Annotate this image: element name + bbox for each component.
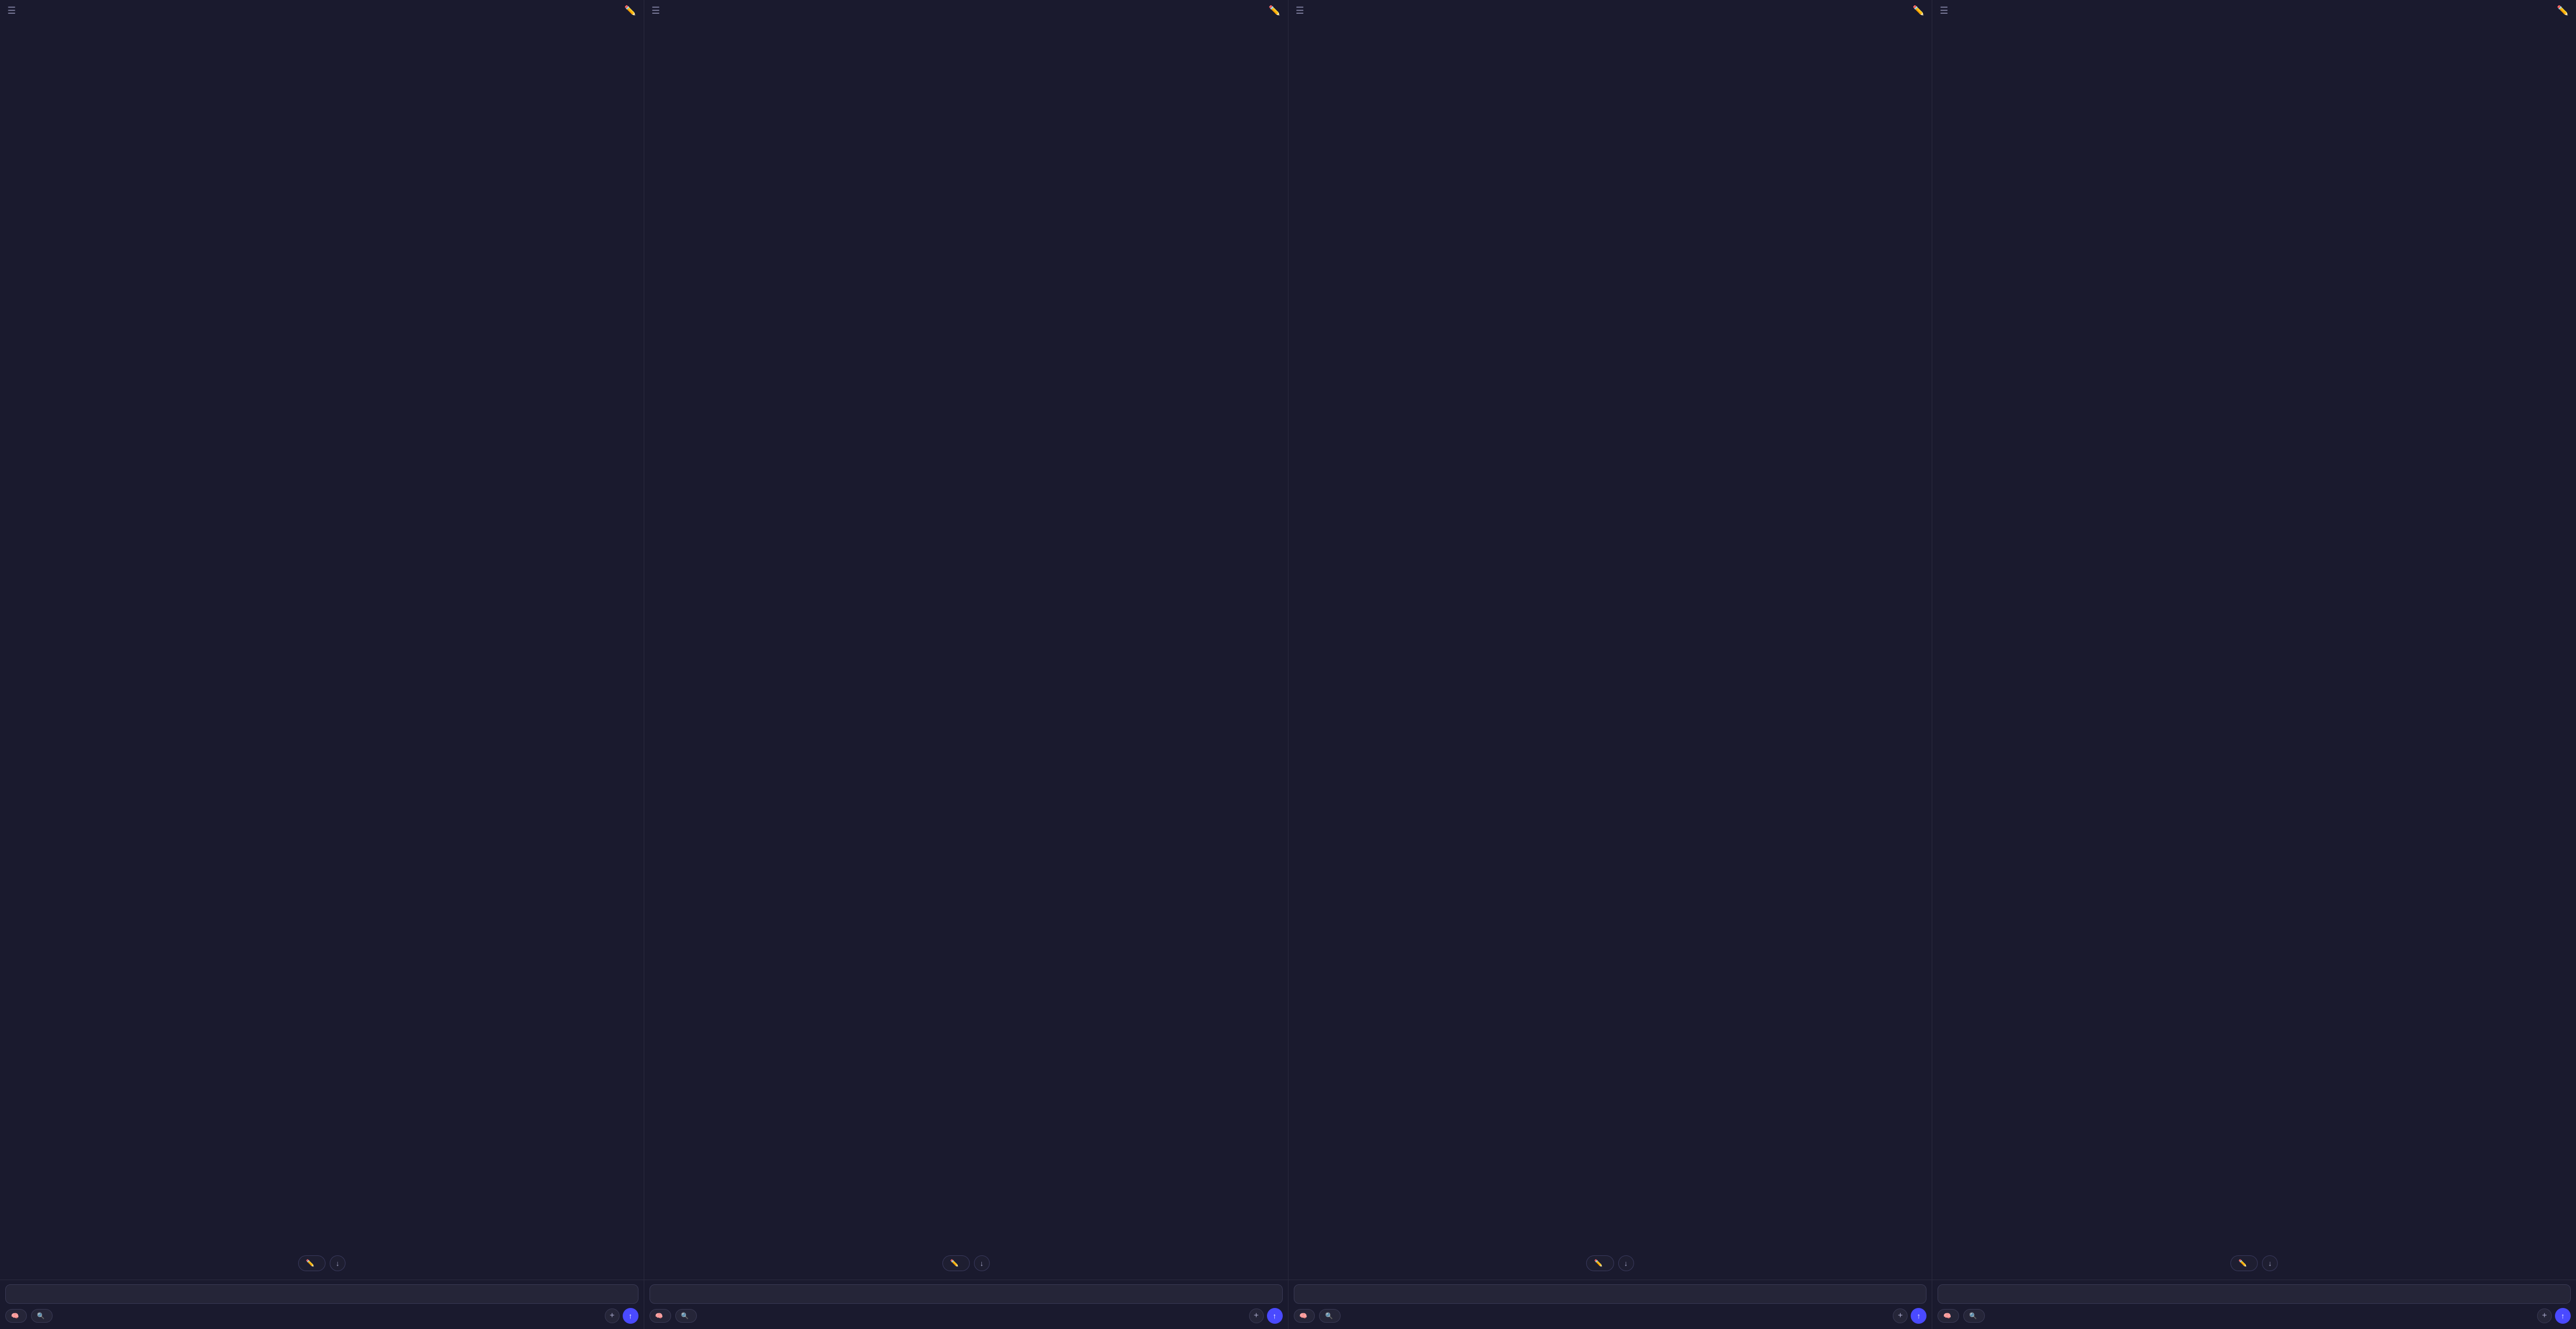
new-chat-overlay-4: ✏️ ↓ — [2230, 1255, 2278, 1271]
deepthink-button-2[interactable]: 🧠 — [650, 1309, 671, 1323]
toolbar-right-2: + ↑ — [1249, 1308, 1283, 1324]
input-toolbar-4: 🧠 🔍 + ↑ — [1938, 1308, 2571, 1324]
search-icon-1: 🔍 — [37, 1312, 45, 1320]
new-chat-icon-btn-2: ✏️ — [950, 1259, 959, 1267]
input-area-2: 🧠 🔍 + ↑ — [644, 1280, 1288, 1329]
new-chat-overlay-1: ✏️ ↓ — [298, 1255, 346, 1271]
header-right-4: ✏️ — [2557, 5, 2569, 16]
new-chat-icon-4[interactable]: ✏️ — [2557, 5, 2569, 16]
toolbar-left-3: 🧠 🔍 — [1294, 1309, 1341, 1323]
new-chat-icon[interactable]: ✏️ — [624, 5, 636, 16]
search-button-3[interactable]: 🔍 — [1319, 1309, 1341, 1323]
menu-icon[interactable]: ☰ — [7, 5, 16, 16]
new-chat-button-4[interactable]: ✏️ — [2230, 1255, 2258, 1271]
header-left-2: ☰ — [652, 5, 660, 16]
toolbar-left-4: 🧠 🔍 — [1938, 1309, 1985, 1323]
header-right-1: ✏️ — [624, 5, 636, 16]
deepthink-button-1[interactable]: 🧠 — [5, 1309, 27, 1323]
header-left-3: ☰ — [1296, 5, 1304, 16]
menu-icon-4[interactable]: ☰ — [1940, 5, 1948, 16]
deepthink-button-3[interactable]: 🧠 — [1294, 1309, 1315, 1323]
search-icon-4: 🔍 — [1969, 1312, 1977, 1320]
toolbar-right-1: + ↑ — [605, 1308, 638, 1324]
attach-button-3[interactable]: + — [1893, 1308, 1908, 1323]
new-chat-icon-btn-4: ✏️ — [2238, 1259, 2247, 1267]
header-right-2: ✏️ — [1269, 5, 1280, 16]
input-area-3: 🧠 🔍 + ↑ — [1289, 1280, 1932, 1329]
send-button-1[interactable]: ↑ — [623, 1308, 638, 1324]
deepthink-button-4[interactable]: 🧠 — [1938, 1309, 1959, 1323]
search-button-2[interactable]: 🔍 — [675, 1309, 697, 1323]
attach-button-2[interactable]: + — [1249, 1308, 1264, 1323]
panel-header-1: ☰ ✏️ — [0, 0, 644, 22]
new-chat-icon-2[interactable]: ✏️ — [1269, 5, 1280, 16]
toolbar-right-4: + ↑ — [2537, 1308, 2571, 1324]
new-chat-icon-btn-3: ✏️ — [1594, 1259, 1603, 1267]
send-button-3[interactable]: ↑ — [1911, 1308, 1926, 1324]
chat-panel-1: ☰ ✏️ ✏️ ↓ 🧠 🔍 — [0, 0, 644, 1329]
deepthink-icon-4: 🧠 — [1943, 1312, 1951, 1320]
chat-panel-2: ☰ ✏️ ✏️ ↓ 🧠 🔍 + — [644, 0, 1289, 1329]
new-chat-button-3[interactable]: ✏️ — [1586, 1255, 1614, 1271]
search-button-1[interactable]: 🔍 — [31, 1309, 53, 1323]
panel-content-4 — [1932, 22, 2576, 1280]
search-icon-2: 🔍 — [681, 1312, 689, 1320]
chat-panel-3: ☰ ✏️ ✏️ ↓ 🧠 🔍 + — [1289, 0, 1933, 1329]
input-area-1: 🧠 🔍 + ↑ — [0, 1280, 644, 1329]
toolbar-left-2: 🧠 🔍 — [650, 1309, 697, 1323]
search-icon-3: 🔍 — [1325, 1312, 1333, 1320]
new-chat-icon-3[interactable]: ✏️ — [1913, 5, 1924, 16]
new-chat-overlay-3: ✏️ ↓ — [1586, 1255, 1634, 1271]
message-input-4[interactable] — [1938, 1284, 2571, 1304]
message-input-3[interactable] — [1294, 1284, 1927, 1304]
scroll-down-button-3[interactable]: ↓ — [1618, 1255, 1634, 1271]
scroll-down-button-1[interactable]: ↓ — [330, 1255, 346, 1271]
message-input-1[interactable] — [5, 1284, 638, 1304]
menu-icon-2[interactable]: ☰ — [652, 5, 660, 16]
menu-icon-3[interactable]: ☰ — [1296, 5, 1304, 16]
header-right-3: ✏️ — [1913, 5, 1924, 16]
panel-content-2 — [644, 22, 1288, 1280]
scroll-down-button-4[interactable]: ↓ — [2262, 1255, 2278, 1271]
message-input-2[interactable] — [650, 1284, 1283, 1304]
new-chat-button-2[interactable]: ✏️ — [942, 1255, 970, 1271]
send-button-4[interactable]: ↑ — [2555, 1308, 2571, 1324]
scroll-down-button-2[interactable]: ↓ — [974, 1255, 990, 1271]
panel-content-1 — [0, 22, 644, 1280]
deepthink-icon-1: 🧠 — [11, 1312, 19, 1320]
header-left-1: ☰ — [7, 5, 16, 16]
panel-header-4: ☰ ✏️ — [1932, 0, 2576, 22]
deepthink-icon-3: 🧠 — [1300, 1312, 1307, 1320]
input-area-4: 🧠 🔍 + ↑ — [1932, 1280, 2576, 1329]
new-chat-icon-1: ✏️ — [306, 1259, 315, 1267]
attach-button-1[interactable]: + — [605, 1308, 620, 1323]
input-toolbar-2: 🧠 🔍 + ↑ — [650, 1308, 1283, 1324]
panel-content-3 — [1289, 22, 1932, 1280]
chat-panel-4: ☰ ✏️ ✏️ ↓ 🧠 🔍 + — [1932, 0, 2576, 1329]
input-toolbar-1: 🧠 🔍 + ↑ — [5, 1308, 638, 1324]
deepthink-icon-2: 🧠 — [655, 1312, 663, 1320]
header-left-4: ☰ — [1940, 5, 1948, 16]
panel-header-3: ☰ ✏️ — [1289, 0, 1932, 22]
search-button-4[interactable]: 🔍 — [1963, 1309, 1985, 1323]
toolbar-right-3: + ↑ — [1893, 1308, 1926, 1324]
input-toolbar-3: 🧠 🔍 + ↑ — [1294, 1308, 1927, 1324]
attach-button-4[interactable]: + — [2537, 1308, 2552, 1323]
send-button-2[interactable]: ↑ — [1267, 1308, 1283, 1324]
toolbar-left-1: 🧠 🔍 — [5, 1309, 53, 1323]
new-chat-button-1[interactable]: ✏️ — [298, 1255, 326, 1271]
panel-header-2: ☰ ✏️ — [644, 0, 1288, 22]
new-chat-overlay-2: ✏️ ↓ — [942, 1255, 990, 1271]
